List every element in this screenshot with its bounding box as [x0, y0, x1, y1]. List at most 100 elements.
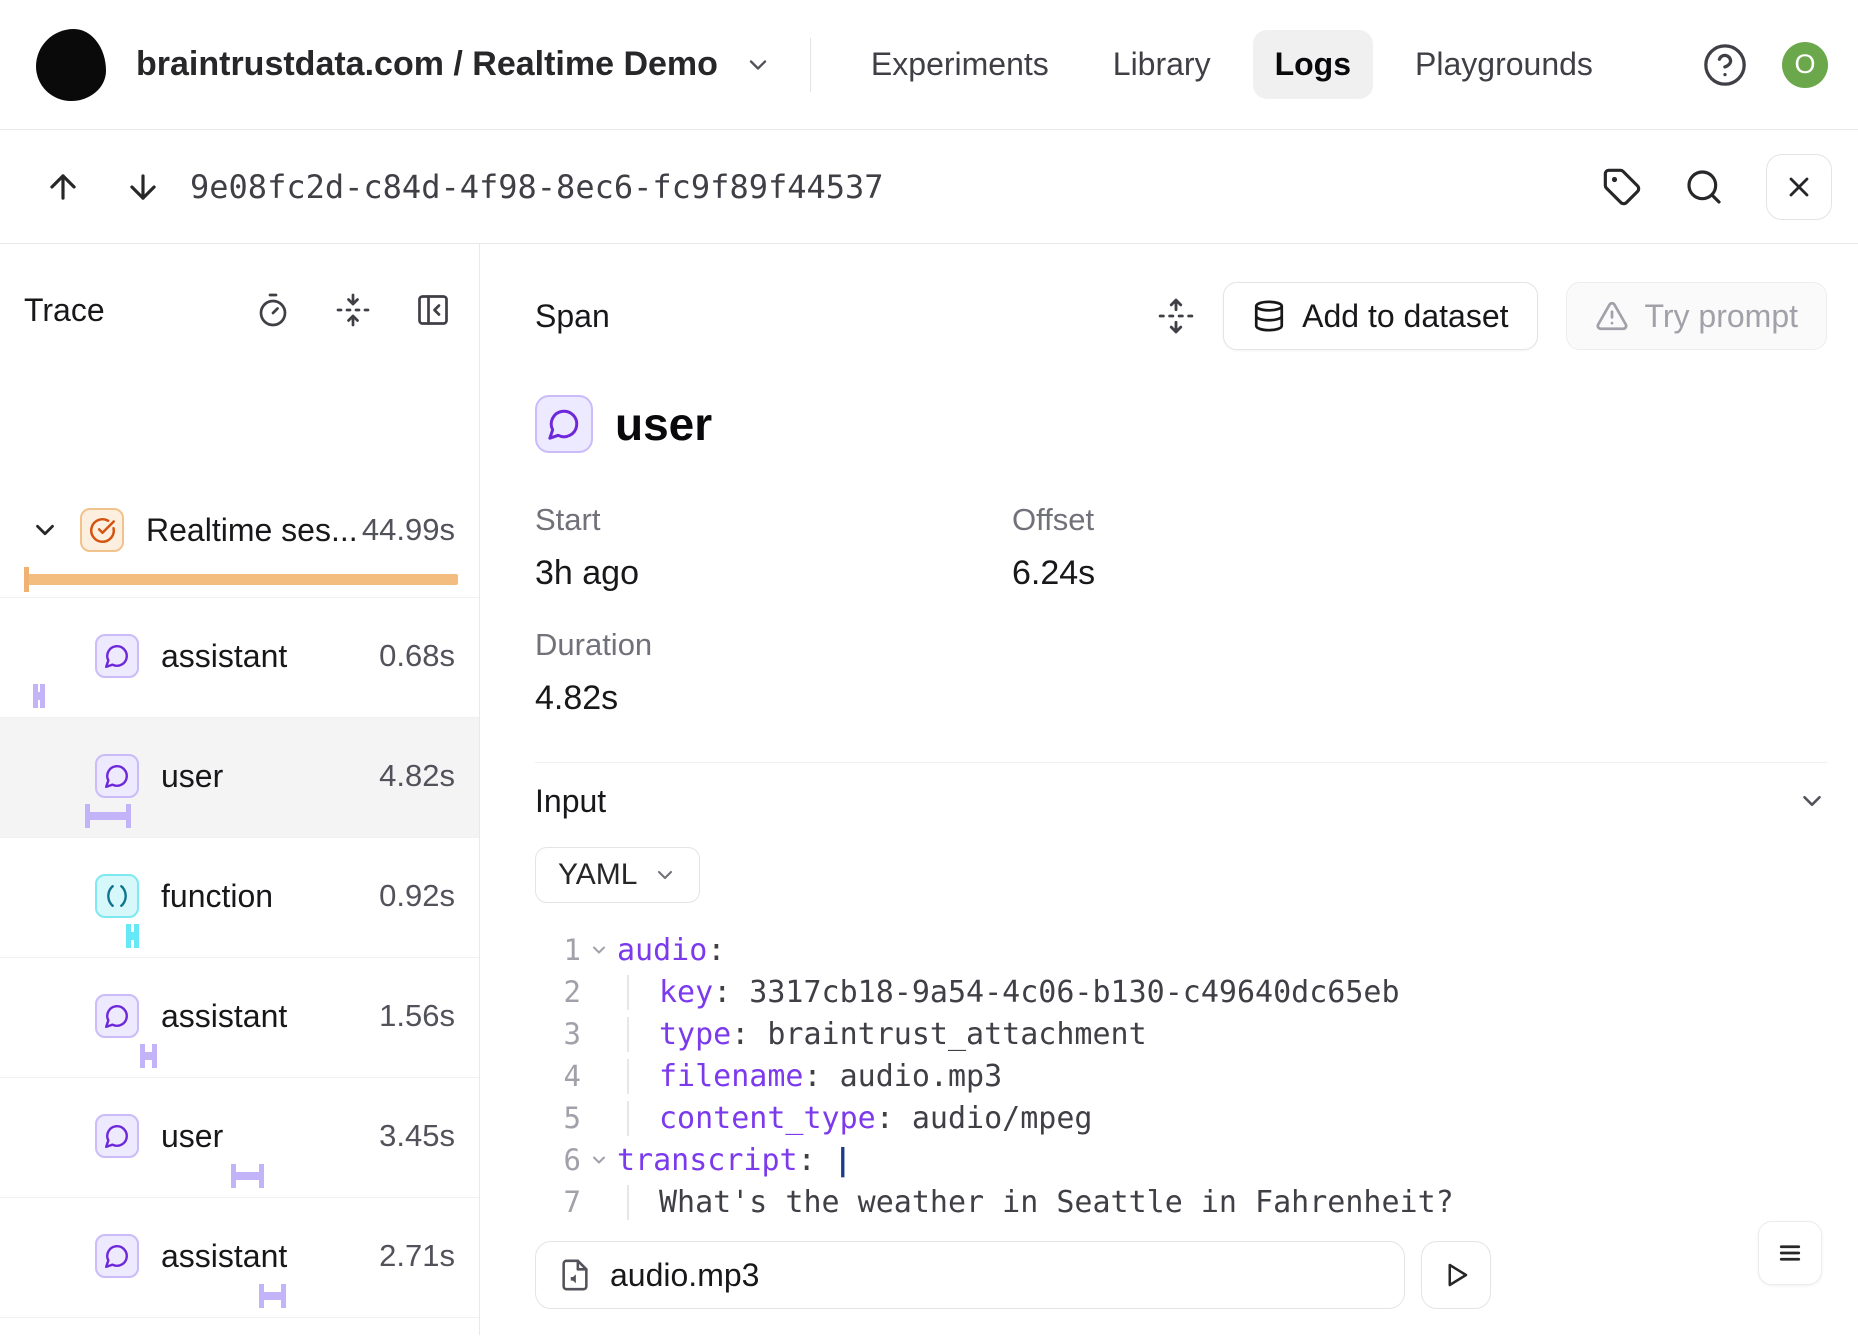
timer-icon[interactable]: [255, 292, 291, 328]
trace-row-user-2[interactable]: user 3.45s: [0, 1078, 479, 1198]
line-number: 4: [535, 1059, 581, 1093]
overflow-menu-button[interactable]: [1758, 1221, 1822, 1285]
span-timeline-bar: [140, 1044, 157, 1068]
span-duration: 0.92s: [379, 878, 455, 914]
line-number: 1: [535, 933, 581, 967]
code-line: 4 filename: audio.mp3: [535, 1055, 1827, 1097]
app-window: braintrustdata.com / Realtime Demo Exper…: [0, 0, 1858, 1336]
try-prompt-label: Try prompt: [1645, 298, 1799, 335]
start-label: Start: [535, 502, 1012, 538]
trace-row-function[interactable]: function 0.92s: [0, 838, 479, 958]
parentheses-icon: [95, 874, 139, 918]
trace-row-assistant-1[interactable]: assistant 0.68s: [0, 598, 479, 718]
fold-chevron-icon[interactable]: [581, 940, 617, 960]
start-value: 3h ago: [535, 554, 1012, 593]
span-duration: 1.56s: [379, 998, 455, 1034]
span-duration: 0.68s: [379, 638, 455, 674]
chat-bubble-icon: [95, 754, 139, 798]
try-prompt-button[interactable]: Try prompt: [1566, 282, 1828, 350]
session-timeline-bar: [24, 574, 458, 585]
chat-bubble-icon: [95, 1234, 139, 1278]
play-icon: [1441, 1260, 1471, 1290]
trace-tree: Realtime ses... 44.99s assistant 0.68s: [0, 350, 479, 1318]
collapse-all-icon[interactable]: [335, 292, 371, 328]
span-actions: Add to dataset Try prompt: [1157, 282, 1827, 350]
trace-row-realtime-session[interactable]: Realtime ses... 44.99s: [0, 350, 479, 598]
offset-label: Offset: [1012, 502, 1827, 538]
session-check-icon: [80, 508, 124, 552]
format-selector-dropdown[interactable]: YAML: [535, 847, 700, 903]
chevron-down-icon[interactable]: [1797, 786, 1827, 816]
span-duration: 4.82s: [379, 758, 455, 794]
nav-right: O: [1702, 42, 1828, 88]
format-selector-value: YAML: [558, 858, 637, 892]
nav-link-library[interactable]: Library: [1091, 30, 1233, 99]
attachment-row: audio.mp3: [535, 1241, 1827, 1309]
trace-nav-bar: 9e08fc2d-c84d-4f98-8ec6-fc9f89f44537: [0, 130, 1858, 244]
project-breadcrumb[interactable]: braintrustdata.com / Realtime Demo: [136, 45, 772, 84]
nav-link-logs[interactable]: Logs: [1253, 30, 1373, 99]
file-audio-icon: [558, 1258, 592, 1292]
input-section-header[interactable]: Input: [535, 775, 1827, 827]
chevron-down-icon: [653, 863, 677, 887]
span-panel: Span Add to dataset: [480, 244, 1858, 1335]
span-timeline-bar: [33, 684, 45, 708]
span-duration: 44.99s: [362, 512, 455, 548]
expand-chevron-down-icon[interactable]: [30, 515, 60, 545]
trace-row-user-selected[interactable]: user 4.82s: [0, 718, 479, 838]
span-title-row: user: [535, 394, 1827, 454]
attachment-filename: audio.mp3: [610, 1257, 759, 1294]
trace-nav-actions: [1602, 154, 1832, 220]
line-number: 2: [535, 975, 581, 1009]
trace-row-assistant-3[interactable]: assistant 2.71s: [0, 1198, 479, 1318]
help-icon[interactable]: [1702, 42, 1748, 88]
warning-triangle-icon: [1595, 299, 1629, 333]
add-to-dataset-button[interactable]: Add to dataset: [1223, 282, 1537, 350]
project-name: braintrustdata.com / Realtime Demo: [136, 45, 718, 84]
line-number: 3: [535, 1017, 581, 1051]
play-audio-button[interactable]: [1421, 1241, 1491, 1309]
line-number: 7: [535, 1185, 581, 1219]
span-panel-heading: Span: [535, 298, 610, 335]
nav-link-experiments[interactable]: Experiments: [849, 30, 1071, 99]
fold-chevron-icon[interactable]: [581, 1150, 617, 1170]
span-duration: 2.71s: [379, 1238, 455, 1274]
close-icon: [1783, 171, 1815, 203]
trace-row-assistant-2[interactable]: assistant 1.56s: [0, 958, 479, 1078]
span-timeline-bar: [259, 1284, 286, 1308]
nav-divider: [810, 38, 811, 92]
close-trace-button[interactable]: [1766, 154, 1832, 220]
trace-panel-header: Trace: [0, 244, 479, 350]
span-label: assistant: [161, 998, 287, 1035]
chat-bubble-icon: [95, 1114, 139, 1158]
previous-trace-arrow-up-icon[interactable]: [44, 168, 82, 206]
top-navbar: braintrustdata.com / Realtime Demo Exper…: [0, 0, 1858, 130]
section-divider: [535, 762, 1827, 763]
expand-vertical-icon[interactable]: [1157, 297, 1195, 335]
trace-panel-title: Trace: [24, 292, 255, 329]
span-duration: 3.45s: [379, 1118, 455, 1154]
code-line: 7 What's the weather in Seattle in Fahre…: [535, 1181, 1827, 1223]
audio-attachment[interactable]: audio.mp3: [535, 1241, 1405, 1309]
trace-panel: Trace: [0, 244, 480, 1335]
nav-links: Experiments Library Logs Playgrounds: [849, 30, 1615, 99]
nav-link-playgrounds[interactable]: Playgrounds: [1393, 30, 1615, 99]
start-field: Start 3h ago: [535, 502, 1012, 593]
add-to-dataset-label: Add to dataset: [1302, 298, 1508, 335]
menu-icon: [1775, 1238, 1805, 1268]
chevron-down-icon: [744, 51, 772, 79]
span-label: Realtime ses...: [146, 512, 358, 549]
yaml-code-block[interactable]: 1 audio: 2 key: 3317cb18-9a54-4c06-b130-…: [535, 929, 1827, 1223]
input-heading: Input: [535, 783, 606, 820]
tag-icon[interactable]: [1602, 167, 1642, 207]
span-label: user: [161, 758, 223, 795]
database-icon: [1252, 299, 1286, 333]
user-avatar[interactable]: O: [1782, 42, 1828, 88]
next-trace-arrow-down-icon[interactable]: [124, 168, 162, 206]
search-icon[interactable]: [1684, 167, 1724, 207]
braintrust-logo-icon[interactable]: [36, 29, 106, 101]
panel-left-close-icon[interactable]: [415, 292, 451, 328]
code-line: 5 content_type: audio/mpeg: [535, 1097, 1827, 1139]
offset-field: Offset 6.24s: [1012, 502, 1827, 593]
span-label: assistant: [161, 638, 287, 675]
